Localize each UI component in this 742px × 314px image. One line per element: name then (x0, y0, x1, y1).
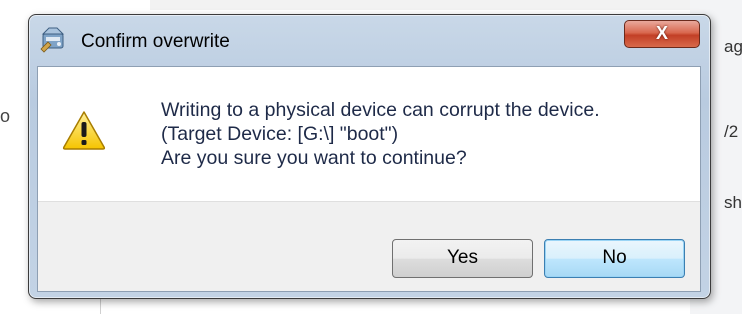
message-line: (Target Device: [G:\] "boot") (161, 123, 399, 145)
message-line: Writing to a physical device can corrupt… (161, 99, 600, 121)
dialog-content: Writing to a physical device can corrupt… (37, 66, 701, 292)
yes-button[interactable]: Yes (392, 239, 533, 278)
confirm-overwrite-dialog: Confirm overwrite X Writing to a physica… (28, 14, 711, 299)
dialog-message: Writing to a physical device can corrupt… (161, 98, 600, 170)
dialog-title: Confirm overwrite (81, 31, 230, 52)
background-text-fragment: /2 (724, 122, 739, 141)
dialog-button-bar: Yes No (38, 201, 700, 291)
warning-icon (62, 111, 106, 150)
background-text-fragment: ag (724, 37, 742, 56)
background-text-fragment: o (0, 106, 11, 126)
close-button[interactable]: X (624, 20, 700, 48)
background-text-fragment: sh (724, 193, 742, 212)
dialog-titlebar[interactable]: Confirm overwrite X (29, 15, 710, 65)
message-line: Are you sure you want to continue? (161, 147, 467, 169)
disk-imager-icon (40, 27, 65, 53)
no-button[interactable]: No (544, 239, 685, 278)
background-toolbar-strip (150, 0, 690, 10)
